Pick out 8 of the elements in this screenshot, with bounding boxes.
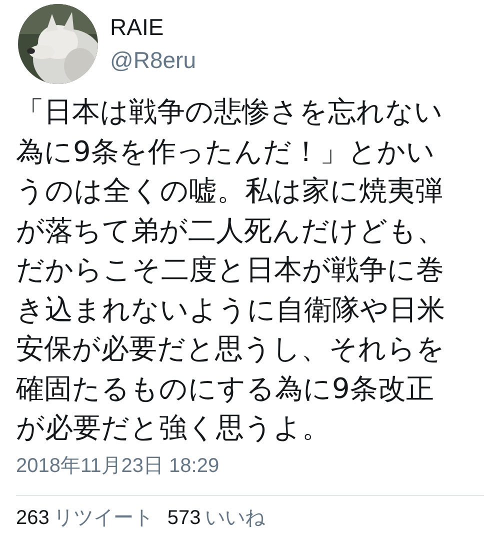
author-handle: @R8eru [110,47,196,74]
timestamp: 2018年11月23日 18:29 [16,454,220,478]
author-name: RAIE [110,14,165,41]
tweet-text: 「日本は戦争の悲惨さを忘れない 為に9条を作ったんだ！」とかい うのは全くの嘘。私は家に焼夷弾 が落ちて弟が二人死んだけども、 だからこそ二度と日本が戦争に巻 き込まれないように自衛隊や日米 安保が必要だと思うし、それらを 確固たるものにする為に9条改正 が必要だと強く思うよ。 [16,94,446,446]
stat-count: 263 [16,506,50,530]
stat-count: 573 [167,506,201,530]
stat-label: いいね [204,506,265,530]
stat-label: リツイート [53,506,154,530]
